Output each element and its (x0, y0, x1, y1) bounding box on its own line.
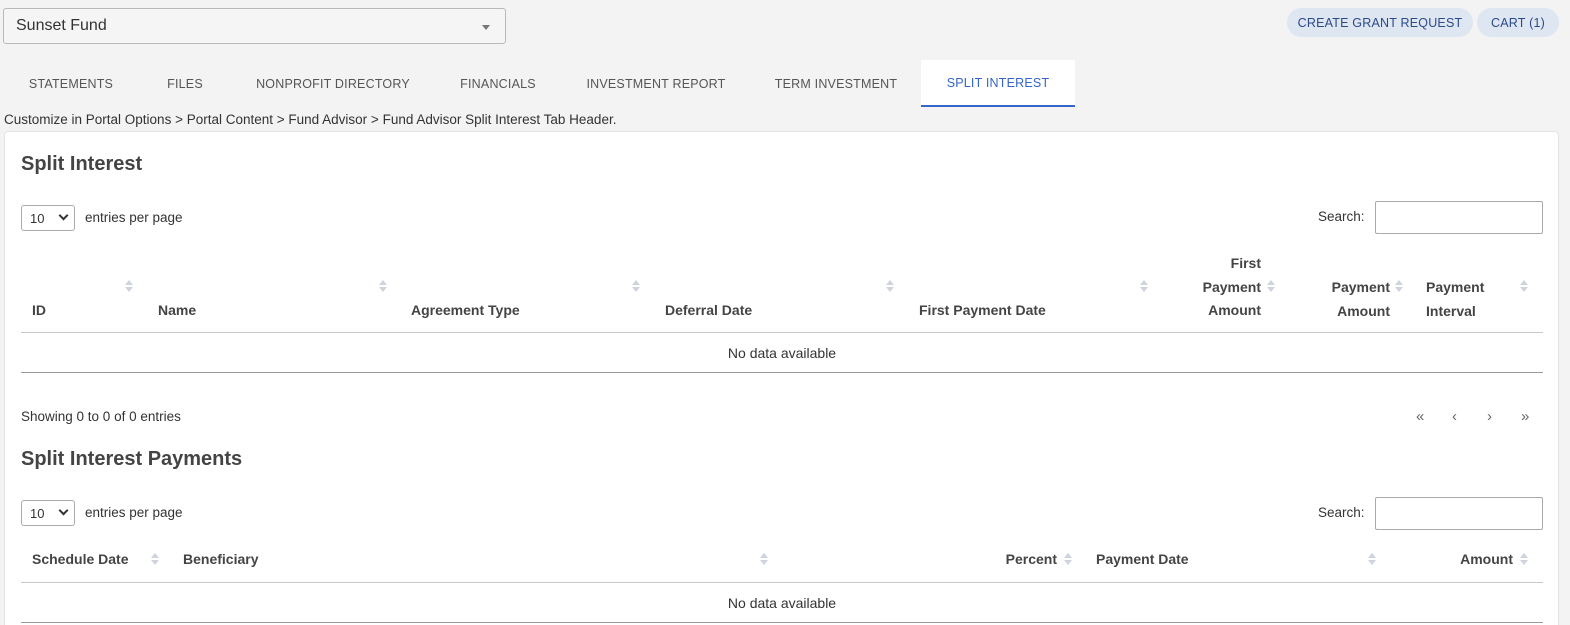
split-interest-payments-title: Split Interest Payments (21, 448, 243, 470)
tab-statements[interactable]: STATEMENTS (3, 60, 139, 107)
payments-entries-per-page-select[interactable]: 10 (21, 500, 75, 526)
column-header-schedule-date[interactable]: Schedule Date (32, 548, 128, 572)
column-header-deferral-date[interactable]: Deferral Date (665, 299, 752, 323)
chevron-down-icon (58, 210, 69, 221)
entries-value: 10 (30, 210, 45, 226)
sort-icon[interactable] (1520, 280, 1528, 294)
tab-term-investment[interactable]: TERM INVESTMENT (751, 60, 921, 107)
payments-search-label: Search: (1318, 505, 1365, 520)
previous-page-button[interactable]: ‹ (1452, 408, 1457, 425)
next-page-button[interactable]: › (1487, 408, 1492, 425)
column-header-amount[interactable]: Amount (1425, 548, 1513, 572)
search-input[interactable] (1375, 201, 1543, 234)
sort-icon[interactable] (632, 280, 640, 294)
showing-entries-info: Showing 0 to 0 of 0 entries (21, 409, 181, 424)
sort-icon[interactable] (1368, 553, 1376, 567)
create-grant-request-button[interactable]: CREATE GRANT REQUEST (1287, 8, 1473, 37)
tab-investment-report[interactable]: INVESTMENT REPORT (561, 60, 751, 107)
entries-value: 10 (30, 505, 45, 521)
caret-down-icon (482, 25, 490, 30)
column-header-agreement-type[interactable]: Agreement Type (411, 299, 520, 323)
last-page-button[interactable]: » (1521, 408, 1529, 425)
entries-per-page-label: entries per page (85, 505, 183, 520)
tab-files[interactable]: FILES (139, 60, 231, 107)
sort-icon[interactable] (379, 280, 387, 294)
tab-bar: STATEMENTS FILES NONPROFIT DIRECTORY FIN… (3, 60, 1075, 107)
empty-table-message: No data available (727, 345, 837, 361)
tab-nonprofit-directory[interactable]: NONPROFIT DIRECTORY (231, 60, 435, 107)
sort-icon[interactable] (151, 553, 159, 567)
sort-icon[interactable] (1520, 553, 1528, 567)
table-header-divider (21, 582, 1543, 583)
sort-icon[interactable] (1140, 280, 1148, 294)
entries-per-page-select[interactable]: 10 (21, 205, 75, 231)
sort-icon[interactable] (1267, 280, 1275, 294)
column-header-first-payment-date[interactable]: First Payment Date (919, 299, 1046, 323)
payments-search-input[interactable] (1375, 497, 1543, 530)
first-page-button[interactable]: « (1416, 408, 1424, 425)
sort-icon[interactable] (760, 553, 768, 567)
table-bottom-divider (21, 622, 1543, 623)
column-header-id[interactable]: ID (32, 299, 46, 323)
entries-per-page-label: entries per page (85, 210, 183, 225)
sort-icon[interactable] (886, 280, 894, 294)
empty-table-message: No data available (727, 595, 837, 611)
search-label: Search: (1318, 209, 1365, 224)
tab-split-interest[interactable]: SPLIT INTEREST (921, 60, 1075, 107)
fund-selector-value: Sunset Fund (16, 17, 107, 34)
split-interest-title: Split Interest (21, 153, 143, 175)
table-bottom-divider (21, 372, 1543, 373)
column-header-beneficiary[interactable]: Beneficiary (183, 548, 258, 572)
chevron-down-icon (58, 505, 69, 516)
column-header-first-payment-amount[interactable]: First Payment Amount (1185, 252, 1261, 323)
sort-icon[interactable] (1064, 553, 1072, 567)
column-header-payment-amount[interactable]: Payment Amount (1305, 276, 1390, 323)
sort-icon[interactable] (125, 280, 133, 294)
fund-selector[interactable]: Sunset Fund (3, 8, 506, 44)
column-header-percent[interactable]: Percent (965, 548, 1057, 572)
tab-header-hint: Customize in Portal Options > Portal Con… (4, 112, 617, 127)
sort-icon[interactable] (1395, 280, 1403, 294)
column-header-payment-date[interactable]: Payment Date (1096, 548, 1189, 572)
column-header-payment-interval[interactable]: Payment Interval (1426, 276, 1506, 323)
tab-financials[interactable]: FINANCIALS (435, 60, 561, 107)
cart-button[interactable]: CART (1) (1477, 8, 1559, 37)
column-header-name[interactable]: Name (158, 299, 196, 323)
table-header-divider (21, 332, 1543, 333)
split-interest-card: Split Interest 10 entries per page Searc… (4, 131, 1559, 625)
